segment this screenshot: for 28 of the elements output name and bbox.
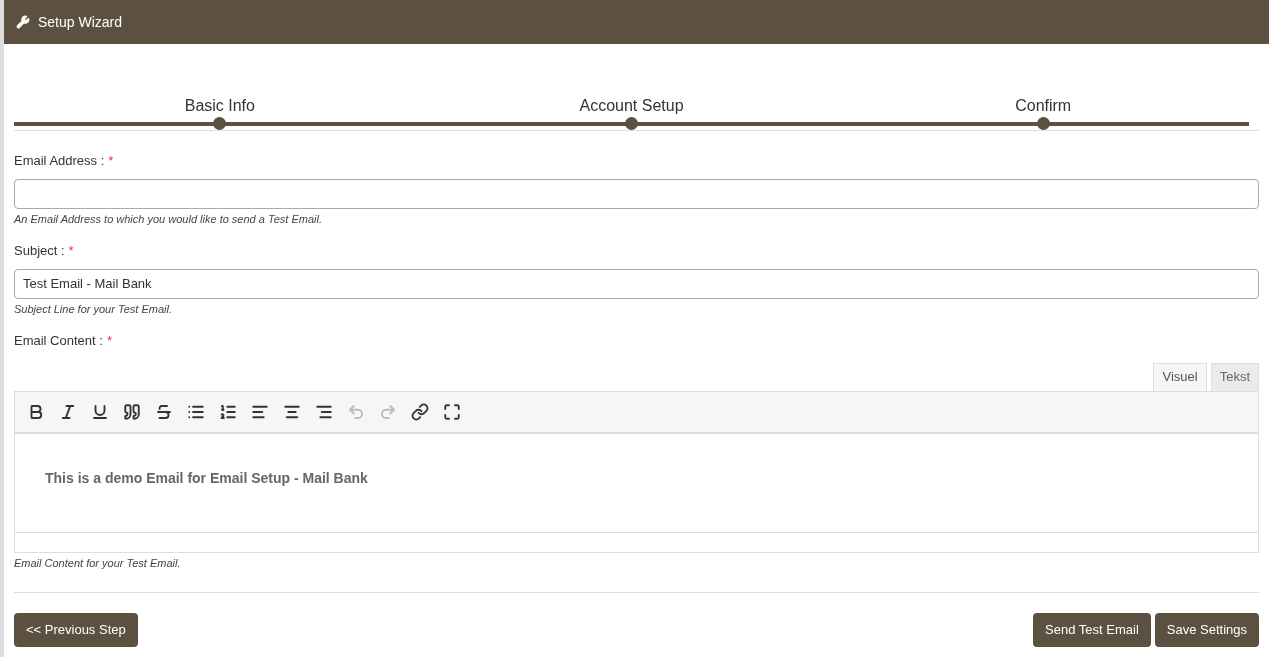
previous-button[interactable]: << Previous Step xyxy=(14,613,138,647)
field-label: Email Address : xyxy=(14,152,105,170)
editor-tab[interactable]: Visuel xyxy=(1153,362,1207,391)
editor-tab[interactable]: Tekst xyxy=(1210,362,1259,391)
strikethrough-icon[interactable] xyxy=(155,402,173,421)
field-hint: Subject Line for your Test Email. xyxy=(14,301,173,317)
fullscreen-icon[interactable] xyxy=(443,402,461,421)
required-mark: * xyxy=(68,242,74,260)
italic-icon[interactable] xyxy=(59,402,77,421)
required-mark: * xyxy=(108,152,114,170)
field-hint: Email Content for your Test Email. xyxy=(14,555,182,571)
quote-icon[interactable] xyxy=(123,402,141,421)
text-field[interactable]: Test Email - Mail Bank xyxy=(14,268,1259,299)
field-label: Email Content : xyxy=(14,332,103,350)
required-mark: * xyxy=(106,332,112,350)
wrench-icon xyxy=(16,15,30,29)
step-label: Confirm xyxy=(1015,96,1072,116)
header-title: Setup Wizard xyxy=(38,12,123,32)
link-icon[interactable] xyxy=(411,402,429,421)
step-label: Basic Info xyxy=(184,96,255,116)
numbered-list-icon[interactable] xyxy=(219,402,237,421)
underline-icon[interactable] xyxy=(91,402,109,421)
action-button[interactable]: Save Settings xyxy=(1154,613,1259,647)
field-hint: An Email Address to which you would like to send a Test Email. xyxy=(14,211,323,227)
field-label: Subject : xyxy=(14,242,65,260)
step-label: Account Setup xyxy=(579,96,684,116)
text-field[interactable] xyxy=(14,178,1259,209)
action-button[interactable]: Send Test Email xyxy=(1033,613,1151,647)
